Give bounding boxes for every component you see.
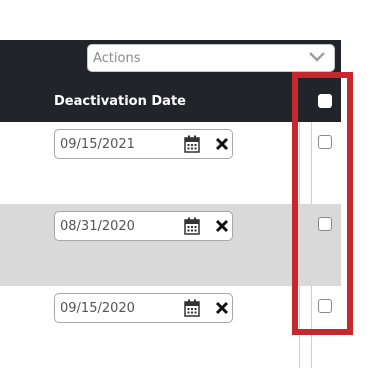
deactivation-date-field[interactable]: 09/15/2020 [54,293,233,323]
calendar-icon[interactable] [184,135,200,153]
deactivation-date-field[interactable]: 08/31/2020 [54,211,233,241]
table-row: 09/15/2020 [0,286,341,368]
highlight-annotation-box [292,72,353,335]
deactivation-date-field[interactable]: 09/15/2021 [54,129,233,159]
close-icon[interactable] [215,137,229,151]
actions-dropdown[interactable]: Actions [87,44,335,72]
table-row: 09/15/2021 [0,122,341,204]
actions-dropdown-label: Actions [93,50,141,66]
deactivation-date-value: 09/15/2021 [60,136,135,152]
deactivation-date-value: 09/15/2020 [60,300,135,316]
close-icon[interactable] [215,219,229,233]
deactivation-date-header: Deactivation Date [54,94,186,109]
chevron-down-icon [309,52,325,62]
deactivation-date-value: 08/31/2020 [60,218,135,234]
calendar-icon[interactable] [184,299,200,317]
table-row: 08/31/2020 [0,204,341,286]
calendar-icon[interactable] [184,217,200,235]
close-icon[interactable] [215,301,229,315]
